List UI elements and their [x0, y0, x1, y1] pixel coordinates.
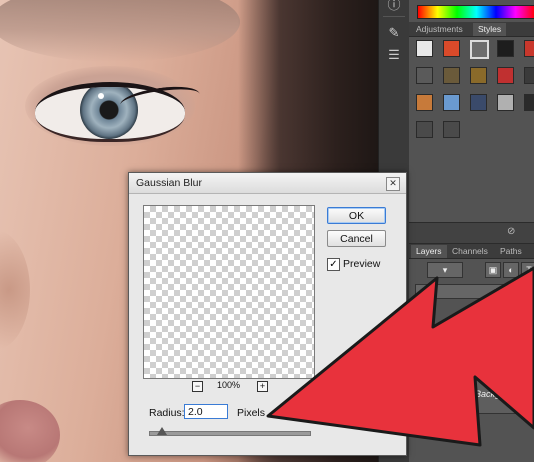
chevron-down-icon: ▾ — [495, 286, 500, 295]
no-entry-icon[interactable]: ⊘ — [507, 226, 519, 238]
style-swatch[interactable] — [416, 121, 433, 138]
ok-button[interactable]: OK — [327, 207, 386, 224]
style-swatch[interactable] — [443, 67, 460, 84]
blend-mode-select[interactable] — [415, 284, 507, 299]
radius-input[interactable] — [184, 404, 228, 419]
style-swatch[interactable] — [470, 40, 489, 59]
type-filter-icon[interactable]: T — [521, 262, 534, 278]
style-swatch[interactable] — [443, 40, 460, 57]
units-label: Pixels — [237, 407, 266, 419]
preview-label: Preview — [343, 258, 381, 270]
style-swatch[interactable] — [497, 94, 514, 111]
cancel-button[interactable]: Cancel — [327, 230, 386, 247]
style-swatch[interactable] — [443, 94, 460, 111]
style-swatch[interactable] — [524, 94, 534, 111]
radius-label: Radius: — [149, 407, 185, 419]
blend-mode-row: ▾ Opaci — [415, 284, 534, 299]
tab-adjustments[interactable]: Adjustments — [411, 23, 468, 36]
style-swatch[interactable] — [497, 67, 514, 84]
close-icon[interactable]: ✕ — [386, 177, 400, 191]
style-swatch[interactable] — [470, 94, 487, 111]
style-swatch[interactable] — [497, 40, 514, 57]
filter-kind-dropdown[interactable]: ▾ — [427, 262, 463, 278]
info-icon[interactable]: ⓘ — [385, 0, 403, 14]
style-swatch[interactable] — [416, 94, 433, 111]
tab-styles[interactable]: Styles — [473, 23, 507, 36]
photo-eye-highlight — [98, 93, 104, 99]
layers-tabbar: Layers Channels Paths — [409, 244, 534, 259]
image-filter-icon[interactable]: ▣ — [485, 262, 501, 278]
style-swatch[interactable] — [443, 121, 460, 138]
tool-divider — [383, 16, 405, 17]
style-swatch[interactable] — [416, 67, 433, 84]
styles-tabbar: Adjustments Styles — [409, 22, 534, 37]
dialog-titlebar[interactable]: Gaussian Blur ✕ — [129, 173, 406, 194]
preview-checkbox[interactable]: ✓ — [327, 258, 340, 271]
color-spectrum[interactable] — [417, 5, 534, 19]
photo-lips — [0, 400, 60, 462]
dialog-title: Gaussian Blur — [136, 177, 202, 189]
layers-filter-toolbar: ▾ ▣ ◐ T — [415, 262, 534, 278]
layer-row[interactable]: Background — [409, 378, 534, 414]
tab-layers[interactable]: Layers — [411, 245, 447, 258]
gaussian-blur-dialog: Gaussian Blur ✕ OK Cancel ✓ Preview − 10… — [128, 172, 407, 456]
style-swatch[interactable] — [416, 40, 433, 57]
style-swatch[interactable] — [524, 40, 534, 57]
radius-slider-track[interactable] — [149, 431, 311, 436]
blur-preview[interactable] — [143, 205, 315, 379]
adjustment-filter-icon[interactable]: ◐ — [503, 262, 519, 278]
radius-slider-thumb[interactable] — [156, 427, 167, 435]
zoom-out-icon[interactable]: − — [192, 381, 203, 392]
right-panels: Adjustments Styles ⊘ Layers Channels Pat… — [409, 0, 534, 462]
style-swatch[interactable] — [470, 67, 487, 84]
photo-eyebrow — [0, 0, 240, 62]
photo-nose — [0, 230, 30, 350]
style-swatch[interactable] — [524, 67, 534, 84]
zoom-in-icon[interactable]: + — [257, 381, 268, 392]
sliders-icon[interactable]: ☰ — [385, 46, 403, 64]
tab-paths[interactable]: Paths — [495, 245, 527, 258]
tab-channels[interactable]: Channels — [447, 245, 493, 258]
brush-icon[interactable]: ✎ — [385, 24, 403, 42]
opacity-label: Opaci — [511, 285, 534, 295]
layer-name: Background — [475, 389, 524, 399]
zoom-level: 100% — [217, 380, 241, 390]
panel-collapse-bar: ⊘ — [409, 222, 534, 244]
